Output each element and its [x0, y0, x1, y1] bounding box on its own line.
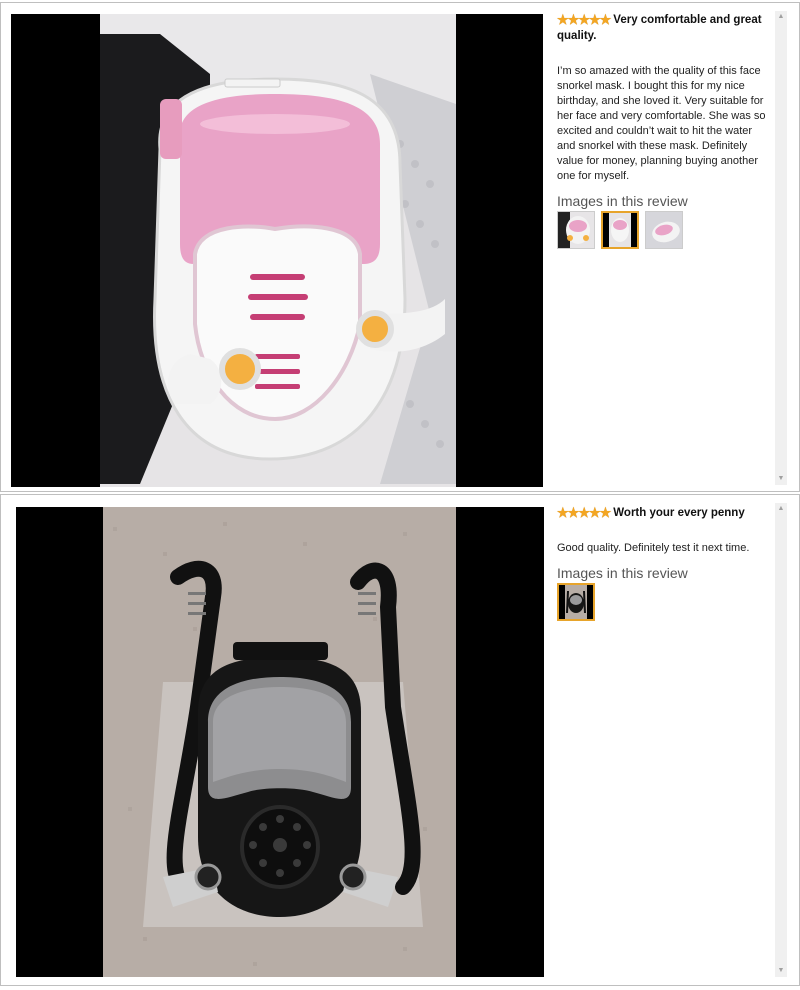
star-icon: ★ [578, 12, 590, 27]
star-icon: ★ [578, 505, 590, 520]
scroll-up-arrow-icon[interactable]: ▲ [775, 11, 787, 23]
review-thumbnail[interactable] [557, 211, 595, 249]
review-panel: ★★★★★ Very comfortable and great quality… [0, 2, 800, 492]
review-photo-pink-snorkel-mask [100, 14, 456, 487]
review-details: ★★★★★ Worth your every penny Good qualit… [557, 505, 769, 985]
review-body: I’m so amazed with the quality of this f… [557, 65, 766, 182]
review-thumbnail[interactable] [645, 211, 683, 249]
star-icon: ★ [599, 12, 612, 27]
star-rating: ★★★★★ [557, 505, 612, 522]
review-panel: ★★★★★ Worth your every penny Good qualit… [0, 494, 800, 986]
review-body: Good quality. Definitely test it next ti… [557, 542, 750, 554]
scroll-down-arrow-icon[interactable]: ▼ [775, 965, 787, 977]
star-icon: ★ [567, 505, 580, 520]
star-icon: ★ [557, 12, 569, 27]
star-icon: ★ [567, 12, 580, 27]
thumbnail-strip [557, 211, 769, 249]
review-details: ★★★★★ Very comfortable and great quality… [557, 12, 769, 491]
review-title-row: ★★★★★ Worth your every penny [557, 505, 769, 522]
review-image-viewer[interactable] [11, 14, 543, 487]
scroll-down-arrow-icon[interactable]: ▼ [775, 473, 787, 485]
star-icon: ★ [557, 505, 569, 520]
star-icon: ★ [588, 12, 601, 27]
images-heading: Images in this review [557, 193, 688, 209]
review-image-viewer[interactable] [16, 507, 544, 977]
review-title: Worth your every penny [613, 507, 745, 519]
images-heading: Images in this review [557, 565, 688, 581]
review-thumbnail-selected[interactable] [557, 583, 595, 621]
star-icon: ★ [588, 505, 601, 520]
review-scrollbar[interactable]: ▲ ▼ [775, 503, 787, 977]
review-scrollbar[interactable]: ▲ ▼ [775, 11, 787, 485]
star-rating: ★★★★★ [557, 12, 612, 29]
review-thumbnail-selected[interactable] [601, 211, 639, 249]
thumbnail-strip [557, 583, 769, 621]
review-photo-black-snorkel-mask [103, 507, 456, 977]
star-icon: ★ [599, 505, 612, 520]
review-title-row: ★★★★★ Very comfortable and great quality… [557, 12, 769, 44]
scroll-up-arrow-icon[interactable]: ▲ [775, 503, 787, 515]
